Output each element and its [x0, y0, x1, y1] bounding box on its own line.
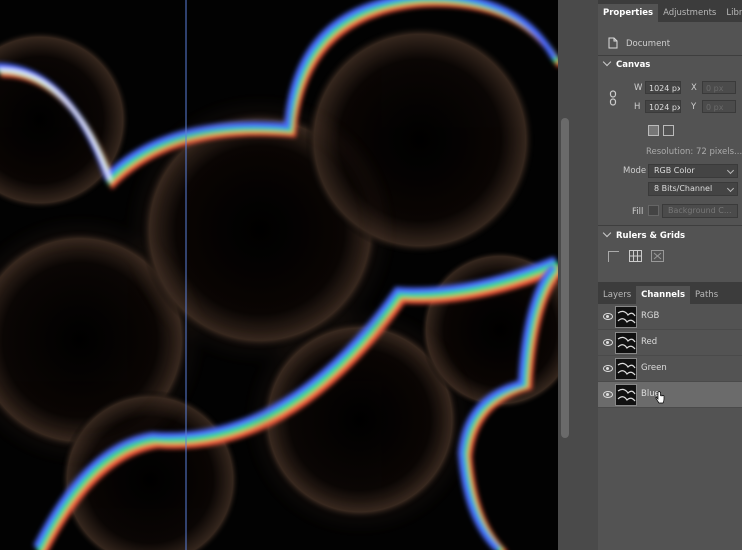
eye-icon[interactable] [603, 365, 613, 372]
tab-adjustments[interactable]: Adjustments [658, 4, 721, 22]
guides-icon[interactable] [651, 250, 664, 262]
x-label: X [691, 83, 697, 93]
channels-empty-area [598, 408, 742, 550]
color-mode-value: RGB Color [654, 166, 695, 175]
properties-tab-bar: Properties Adjustments Librari [598, 0, 742, 22]
ruler-icon[interactable] [608, 251, 619, 262]
chevron-down-icon [602, 57, 612, 67]
chevron-down-icon [602, 228, 612, 238]
height-label: H [634, 102, 641, 112]
channel-thumbnail [615, 384, 637, 406]
document-row: Document [598, 36, 742, 52]
tab-layers[interactable]: Layers [598, 286, 636, 304]
fill-dropdown[interactable]: Background C... [662, 204, 738, 218]
x-field[interactable]: 0 px [702, 81, 736, 94]
channel-name: Red [641, 337, 658, 347]
channel-thumbnail [615, 306, 637, 328]
right-panel: Properties Adjustments Librari Document … [598, 0, 742, 550]
fill-value: Background C... [668, 206, 732, 215]
height-field[interactable]: 1024 px [645, 100, 681, 113]
bit-depth-value: 8 Bits/Channel [654, 184, 713, 193]
chevron-down-icon [726, 184, 735, 193]
resolution-text: Resolution: 72 pixels... [646, 147, 742, 157]
vertical-scrollbar-thumb[interactable] [561, 118, 569, 438]
channel-row-blue[interactable]: Blue [598, 382, 742, 408]
document-icon [608, 37, 618, 49]
cursor-icon [655, 391, 665, 404]
color-mode-dropdown[interactable]: RGB Color [648, 164, 738, 178]
y-field[interactable]: 0 px [702, 100, 736, 113]
channel-row-green[interactable]: Green [598, 356, 742, 382]
tab-channels[interactable]: Channels [636, 286, 691, 304]
chevron-down-icon [726, 166, 735, 175]
grid-icon[interactable] [629, 250, 642, 262]
landscape-icon[interactable] [663, 125, 674, 136]
channel-name: RGB [641, 311, 660, 321]
channel-thumbnail [615, 358, 637, 380]
document-label: Document [626, 39, 671, 49]
tab-libraries[interactable]: Librari [721, 4, 742, 22]
canvas-artwork [0, 0, 558, 550]
y-label: Y [691, 102, 697, 112]
rulers-grids-title: Rulers & Grids [616, 231, 686, 241]
document-canvas[interactable] [0, 0, 558, 550]
fill-swatch[interactable] [648, 205, 659, 216]
link-chain-icon[interactable] [609, 90, 617, 106]
width-field[interactable]: 1024 px [645, 81, 681, 94]
fill-label: Fill [632, 207, 644, 217]
canvas-section-title: Canvas [616, 60, 651, 70]
eye-icon[interactable] [603, 313, 613, 320]
channel-row-rgb[interactable]: RGB [598, 304, 742, 330]
portrait-icon[interactable] [648, 125, 659, 136]
channel-name: Green [641, 363, 667, 373]
width-label: W [634, 83, 643, 93]
tab-paths[interactable]: Paths [690, 286, 723, 304]
channels-tab-bar: Layers Channels Paths [598, 282, 742, 304]
bit-depth-dropdown[interactable]: 8 Bits/Channel [648, 182, 738, 196]
canvas-section-header[interactable]: Canvas [602, 57, 651, 70]
tab-properties[interactable]: Properties [598, 4, 659, 22]
eye-icon[interactable] [603, 391, 613, 398]
channel-thumbnail [615, 332, 637, 354]
eye-icon[interactable] [603, 339, 613, 346]
rulers-grids-section-header[interactable]: Rulers & Grids [602, 228, 686, 241]
channel-row-red[interactable]: Red [598, 330, 742, 356]
mode-label: Mode [623, 166, 647, 176]
